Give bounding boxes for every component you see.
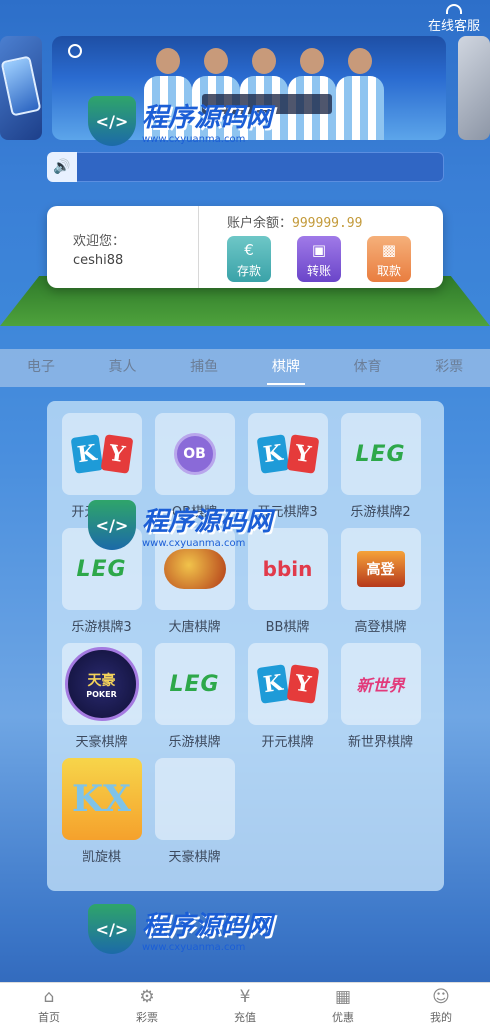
tab-chess[interactable]: 棋牌 [245, 349, 327, 387]
nav-home[interactable]: ⌂ 首页 [0, 983, 98, 1024]
customer-service-button[interactable]: 在线客服 [428, 4, 480, 34]
game-logo: LEG [340, 413, 421, 495]
game-logo: KY [247, 643, 328, 725]
game-logo: KY [61, 413, 142, 495]
balance-label: 账户余额： [227, 216, 293, 231]
home-icon: ⌂ [43, 987, 55, 1007]
game-label: BB棋牌 [265, 620, 310, 635]
banner-carousel[interactable] [0, 36, 490, 140]
game-label: 天豪棋牌 [168, 850, 221, 865]
game-logo: KX [61, 758, 142, 840]
speaker-icon: 🔊 [47, 152, 77, 182]
game-item[interactable]: KX 凯旋棋 [60, 758, 143, 865]
transfer-label: 转账 [306, 264, 331, 278]
game-label: 开元棋牌 [261, 735, 314, 750]
game-logo: KY [247, 413, 328, 495]
game-logo: 高登 [340, 528, 421, 610]
balance: 账户余额：999999.99 [227, 212, 362, 231]
game-label: 乐游棋牌 [168, 735, 221, 750]
euro-icon: € [244, 241, 254, 259]
yen-icon: ¥ [239, 987, 251, 1007]
nav-mine[interactable]: ☺ 我的 [392, 983, 490, 1024]
code-shield-icon: </> [88, 904, 136, 954]
tab-live[interactable]: 真人 [82, 349, 164, 387]
game-logo: 新世界 [340, 643, 421, 725]
game-item[interactable]: OB OB棋牌 [153, 413, 236, 520]
banner-logo [68, 44, 82, 58]
wallet-icon: ▣ [311, 241, 327, 259]
ticket-icon: ⚙ [139, 987, 155, 1007]
tab-sports[interactable]: 体育 [327, 349, 409, 387]
game-label: OB棋牌 [171, 505, 218, 520]
nav-lottery[interactable]: ⚙ 彩票 [98, 983, 196, 1024]
game-label: 新世界棋牌 [347, 735, 413, 750]
game-item[interactable]: LEG 乐游棋牌 [153, 643, 236, 750]
game-logo: LEG [61, 528, 142, 610]
withdraw-icon: ▩ [381, 241, 397, 259]
user-icon: ☺ [432, 987, 450, 1007]
banner-slide-prev[interactable] [0, 36, 42, 140]
category-tabs: 电子 真人 捕鱼 棋牌 体育 彩票 [0, 349, 490, 387]
deposit-button[interactable]: € 存款 [227, 236, 271, 282]
game-label: 乐游棋牌3 [71, 620, 132, 635]
tab-electronic[interactable]: 电子 [0, 349, 82, 387]
game-item[interactable]: 新世界 新世界棋牌 [339, 643, 422, 750]
headset-icon [445, 4, 462, 14]
game-item[interactable]: LEG 乐游棋牌2 [339, 413, 422, 520]
tab-fishing[interactable]: 捕鱼 [163, 349, 245, 387]
deposit-label: 存款 [236, 264, 261, 278]
tab-lottery[interactable]: 彩票 [408, 349, 490, 387]
game-label: 开元棋牌3 [257, 505, 318, 520]
game-item[interactable]: KY 开元棋牌3 [246, 413, 329, 520]
nav-recharge[interactable]: ¥ 充值 [196, 983, 294, 1024]
game-logo: LEG [154, 643, 235, 725]
user-info: 欢迎您： ceshi88 [47, 206, 199, 288]
banner-slide-next[interactable] [458, 36, 490, 140]
game-label: 开元棋牌2 [71, 505, 132, 520]
game-item[interactable]: bbin BB棋牌 [246, 528, 329, 635]
game-logo: bbin [247, 528, 328, 610]
withdraw-label: 取款 [376, 264, 401, 278]
transfer-button[interactable]: ▣ 转账 [297, 236, 341, 282]
balance-value: 999999.99 [292, 216, 363, 231]
game-item[interactable]: 天豪 POKER 天豪棋牌 [60, 643, 143, 750]
game-item[interactable]: 大唐棋牌 [153, 528, 236, 635]
game-item[interactable]: KY 开元棋牌2 [60, 413, 143, 520]
watermark: </> 程序源码网 www.cxyuanma.com [88, 904, 272, 954]
welcome-text: 欢迎您： [73, 234, 126, 249]
notice-bar[interactable]: 🔊 [47, 152, 444, 182]
game-logo [154, 528, 235, 610]
withdraw-button[interactable]: ▩ 取款 [367, 236, 411, 282]
game-panel: KY 开元棋牌2 OB OB棋牌 KY 开元棋牌3 LEG 乐游棋牌2 LEG … [47, 401, 444, 891]
gift-icon: ▦ [334, 987, 352, 1007]
game-item[interactable]: 高登 高登棋牌 [339, 528, 422, 635]
game-label: 高登棋牌 [354, 620, 407, 635]
game-label: 乐游棋牌2 [350, 505, 411, 520]
top-bar: 在线客服 [0, 0, 490, 34]
account-card: 欢迎您： ceshi88 账户余额：999999.99 € 存款 ▣ 转账 ▩ … [47, 206, 443, 288]
game-label: 天豪棋牌 [75, 735, 128, 750]
game-item[interactable]: LEG 乐游棋牌3 [60, 528, 143, 635]
username: ceshi88 [73, 253, 124, 268]
game-label: 凯旋棋 [81, 850, 121, 865]
game-label: 大唐棋牌 [168, 620, 221, 635]
banner-slide-current[interactable] [52, 36, 446, 140]
nav-promotions[interactable]: ▦ 优惠 [294, 983, 392, 1024]
game-logo [154, 758, 235, 840]
game-item[interactable]: 天豪棋牌 [153, 758, 236, 865]
customer-service-label: 在线客服 [427, 19, 480, 34]
game-item[interactable]: KY 开元棋牌 [246, 643, 329, 750]
game-logo: OB [154, 413, 235, 495]
game-logo: 天豪 POKER [61, 643, 142, 725]
bottom-nav: ⌂ 首页 ⚙ 彩票 ¥ 充值 ▦ 优惠 ☺ 我的 [0, 982, 490, 1024]
